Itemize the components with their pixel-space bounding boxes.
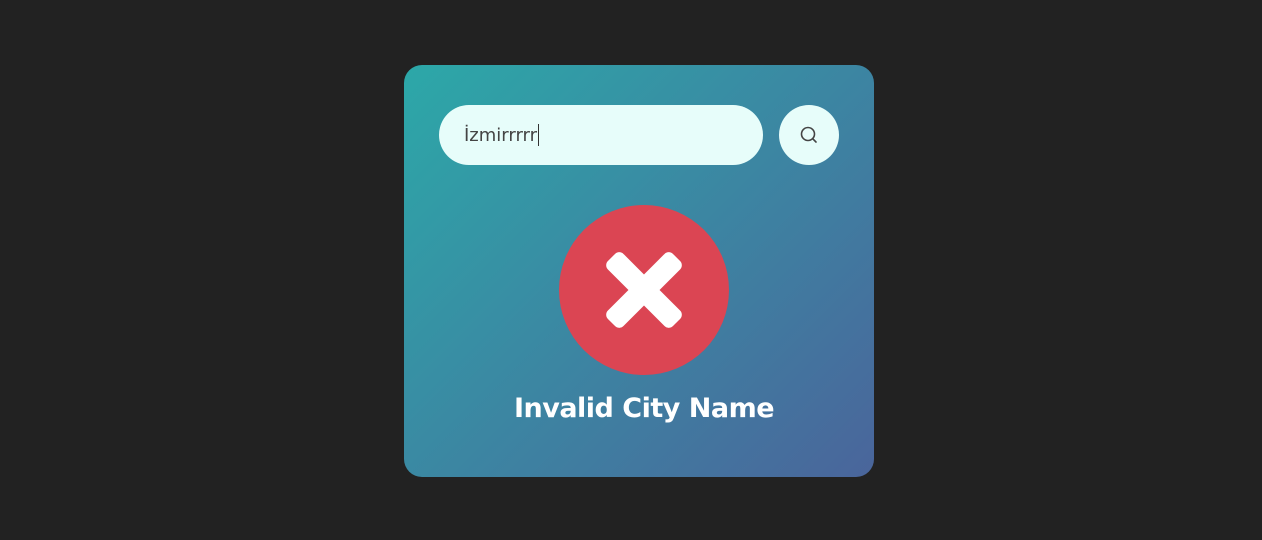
error-message: Invalid City Name xyxy=(513,393,775,424)
text-caret xyxy=(538,124,540,146)
city-search-input[interactable]: İzmirrrrr xyxy=(439,105,763,165)
search-icon xyxy=(800,126,817,143)
search-bar: İzmirrrrr xyxy=(439,105,839,165)
weather-card: İzmirrrrr Invalid City Name xyxy=(404,65,874,477)
x-mark-icon xyxy=(606,252,682,328)
search-input-value: İzmirrrrr xyxy=(464,124,538,146)
search-button[interactable] xyxy=(779,105,839,165)
error-x-icon xyxy=(559,205,729,375)
